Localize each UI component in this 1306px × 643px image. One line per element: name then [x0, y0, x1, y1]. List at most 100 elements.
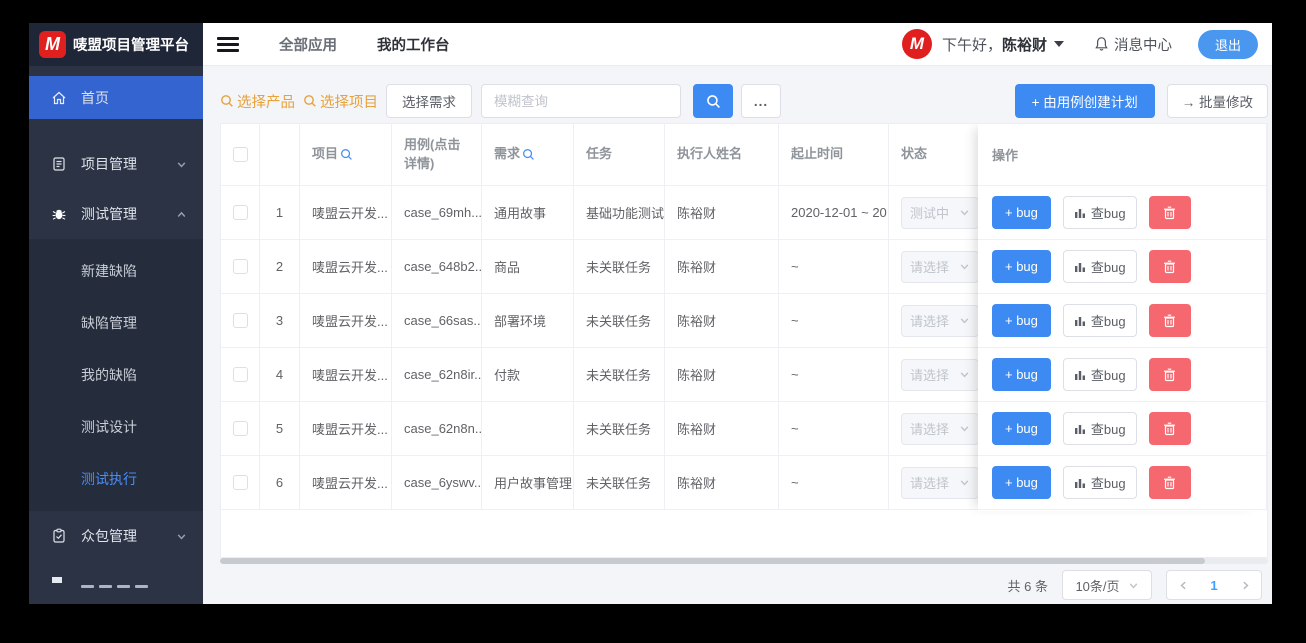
- usecase-cell[interactable]: case_62n8n...: [392, 402, 482, 456]
- search-icon[interactable]: [340, 148, 353, 161]
- horizontal-scrollbar[interactable]: [220, 558, 1268, 564]
- delete-button[interactable]: [1148, 466, 1191, 499]
- sidebar-item-test-execution[interactable]: 测试执行: [29, 453, 203, 505]
- date-range-cell: ~: [779, 294, 889, 348]
- chevron-right-icon: [1242, 581, 1249, 589]
- create-plan-from-case-button[interactable]: + 由用例创建计划: [1014, 84, 1155, 118]
- message-center-link[interactable]: 消息中心: [1094, 34, 1172, 55]
- search-button[interactable]: [693, 84, 733, 118]
- filter-toolbar: 选择产品 选择项目 选择需求 ... + 由用例创建计划 → 批量修改: [220, 84, 1268, 118]
- row-index: 5: [260, 402, 300, 456]
- batch-edit-button[interactable]: → 批量修改: [1166, 84, 1268, 118]
- delete-button[interactable]: [1148, 412, 1191, 445]
- avatar[interactable]: M: [901, 29, 932, 59]
- bar-chart-icon: [1074, 370, 1085, 380]
- sidebar-item-test-design[interactable]: 测试设计: [29, 401, 203, 453]
- chevron-down-icon: [959, 423, 970, 434]
- tab-my-workbench[interactable]: 我的工作台: [377, 34, 450, 55]
- status-select[interactable]: 请选择: [901, 412, 979, 445]
- view-bug-button[interactable]: 查bug: [1062, 358, 1137, 391]
- sidebar-item-test-mgmt[interactable]: 测试管理: [29, 189, 203, 239]
- view-bug-button[interactable]: 查bug: [1062, 196, 1137, 229]
- tab-all-apps[interactable]: 全部应用: [279, 34, 337, 55]
- select-project-link[interactable]: 选择项目: [303, 91, 378, 112]
- status-select[interactable]: 请选择: [901, 466, 979, 499]
- status-select[interactable]: 请选择: [901, 304, 979, 337]
- search-icon: [221, 95, 233, 107]
- view-bug-button[interactable]: 查bug: [1062, 250, 1137, 283]
- hamburger-menu-icon[interactable]: [217, 34, 239, 55]
- operations-row: + bug 查bug: [978, 294, 1262, 348]
- executor-header: 执行人姓名: [665, 124, 779, 186]
- row-index: 1: [260, 186, 300, 240]
- status-select[interactable]: 请选择: [901, 358, 979, 391]
- select-product-link[interactable]: 选择产品: [220, 91, 295, 112]
- delete-button[interactable]: [1148, 358, 1191, 391]
- row-checkbox[interactable]: [232, 313, 248, 328]
- header-right: M 下午好，陈裕财 消息中心 退出: [901, 29, 1272, 59]
- bar-chart-icon: [1074, 262, 1085, 272]
- status-select[interactable]: 请选择: [901, 250, 979, 283]
- document-icon: [51, 156, 67, 172]
- sidebar-item-project-mgmt[interactable]: 项目管理: [29, 139, 203, 189]
- row-checkbox[interactable]: [232, 421, 248, 436]
- operations-fixed-column: 操作 + bug 查bug + bug 查bug + bug 查bug + bu…: [978, 124, 1262, 511]
- trash-icon: [1164, 314, 1176, 327]
- select-all-checkbox[interactable]: [232, 147, 248, 162]
- chevron-down-icon: [959, 315, 970, 326]
- add-bug-button[interactable]: + bug: [992, 412, 1051, 445]
- task-cell: 未关联任务: [574, 294, 665, 348]
- sidebar-item-clipped[interactable]: [29, 569, 203, 604]
- status-select[interactable]: 测试中: [901, 196, 979, 229]
- user-dropdown-caret-icon[interactable]: [1053, 41, 1064, 47]
- requirement-cell: 通用故事: [482, 186, 574, 240]
- delete-button[interactable]: [1148, 250, 1191, 283]
- add-bug-button[interactable]: + bug: [992, 196, 1051, 229]
- row-index: 6: [260, 456, 300, 510]
- operations-row: + bug 查bug: [978, 456, 1262, 510]
- sidebar-item-crowd-mgmt[interactable]: 众包管理: [29, 511, 203, 561]
- add-bug-button[interactable]: + bug: [992, 304, 1051, 337]
- delete-button[interactable]: [1148, 196, 1191, 229]
- row-checkbox[interactable]: [232, 367, 248, 382]
- top-header: 全部应用 我的工作台 M 下午好，陈裕财 消息中心 退出: [203, 23, 1272, 66]
- view-bug-button[interactable]: 查bug: [1062, 304, 1137, 337]
- search-icon[interactable]: [522, 148, 535, 161]
- prev-page-button[interactable]: [1167, 571, 1199, 599]
- page-size-select[interactable]: 10条/页: [1062, 570, 1152, 600]
- add-bug-button[interactable]: + bug: [992, 250, 1051, 283]
- view-bug-button[interactable]: 查bug: [1062, 412, 1137, 445]
- project-cell: 唛盟云开发...: [300, 456, 392, 510]
- usecase-cell[interactable]: case_62n8ir...: [392, 348, 482, 402]
- sidebar-item-new-defect[interactable]: 新建缺陷: [29, 245, 203, 297]
- usecase-header: 用例(点击详情): [392, 124, 482, 186]
- trash-icon: [1164, 476, 1176, 489]
- usecase-cell[interactable]: case_6yswv...: [392, 456, 482, 510]
- next-page-button[interactable]: [1229, 571, 1261, 599]
- usecase-cell[interactable]: case_69mh...: [392, 186, 482, 240]
- add-bug-button[interactable]: + bug: [992, 358, 1051, 391]
- scrollbar-thumb[interactable]: [220, 558, 1206, 564]
- row-checkbox[interactable]: [232, 205, 248, 220]
- delete-button[interactable]: [1148, 304, 1191, 337]
- usecase-cell[interactable]: case_648b2...: [392, 240, 482, 294]
- more-filters-button[interactable]: ...: [741, 84, 781, 118]
- page-number[interactable]: 1: [1199, 578, 1229, 593]
- row-checkbox[interactable]: [232, 475, 248, 490]
- chevron-down-icon: [959, 207, 970, 218]
- fuzzy-search-input[interactable]: [481, 84, 681, 118]
- operations-row: + bug 查bug: [978, 402, 1262, 456]
- sidebar-item-home[interactable]: 首页: [29, 76, 203, 119]
- row-checkbox[interactable]: [232, 259, 248, 274]
- view-bug-button[interactable]: 查bug: [1062, 466, 1137, 499]
- chevron-down-icon: [176, 531, 187, 542]
- sidebar-item-my-defects[interactable]: 我的缺陷: [29, 349, 203, 401]
- add-bug-button[interactable]: + bug: [992, 466, 1051, 499]
- sidebar-item-defect-mgmt[interactable]: 缺陷管理: [29, 297, 203, 349]
- home-icon: [51, 90, 67, 106]
- logout-button[interactable]: 退出: [1197, 29, 1258, 59]
- usecase-cell[interactable]: case_66sas...: [392, 294, 482, 348]
- trash-icon: [1164, 206, 1176, 219]
- select-requirement-button[interactable]: 选择需求: [386, 84, 472, 118]
- date-range-cell: 2020-12-01 ~ 20: [779, 186, 889, 240]
